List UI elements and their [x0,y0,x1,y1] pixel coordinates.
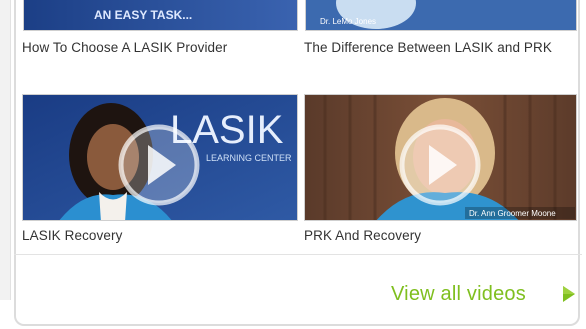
video-thumbnail-2[interactable]: Dr. LeMo Jones [305,0,577,31]
thumbnail-overlay-text-1: AN EASY TASK... [94,8,192,22]
triangle-right-icon[interactable] [562,285,576,303]
video-thumbnail-3[interactable]: LASIK LEARNING CENTER [22,94,298,221]
video-title-3[interactable]: LASIK Recovery [22,228,122,243]
view-all-videos-link[interactable]: View all videos [391,283,526,306]
thumbnail-image-1: AN EASY TASK... [24,0,297,30]
video-thumbnail-1[interactable]: AN EASY TASK... [23,0,298,31]
video-title-4[interactable]: PRK And Recovery [304,228,421,243]
play-icon[interactable] [399,124,481,206]
video-title-2[interactable]: The Difference Between LASIK and PRK [304,40,574,55]
video-title-1[interactable]: How To Choose A LASIK Provider [22,40,302,55]
play-icon[interactable] [118,124,200,206]
thumbnail-overlay-text-4: Dr. Ann Groomer Moone [469,209,556,218]
video-thumbnail-4[interactable]: Dr. Ann Groomer Moone [304,94,577,221]
thumbnail-overlay-text-2: Dr. LeMo Jones [320,17,376,26]
left-border [0,0,11,300]
thumbnail-image-2: Dr. LeMo Jones [306,0,576,30]
thumbnail-image-3: LASIK LEARNING CENTER [23,95,297,220]
footer-divider [14,254,582,255]
thumbnail-logo-subtext-3: LEARNING CENTER [206,153,292,163]
thumbnail-image-4: Dr. Ann Groomer Moone [305,95,576,220]
